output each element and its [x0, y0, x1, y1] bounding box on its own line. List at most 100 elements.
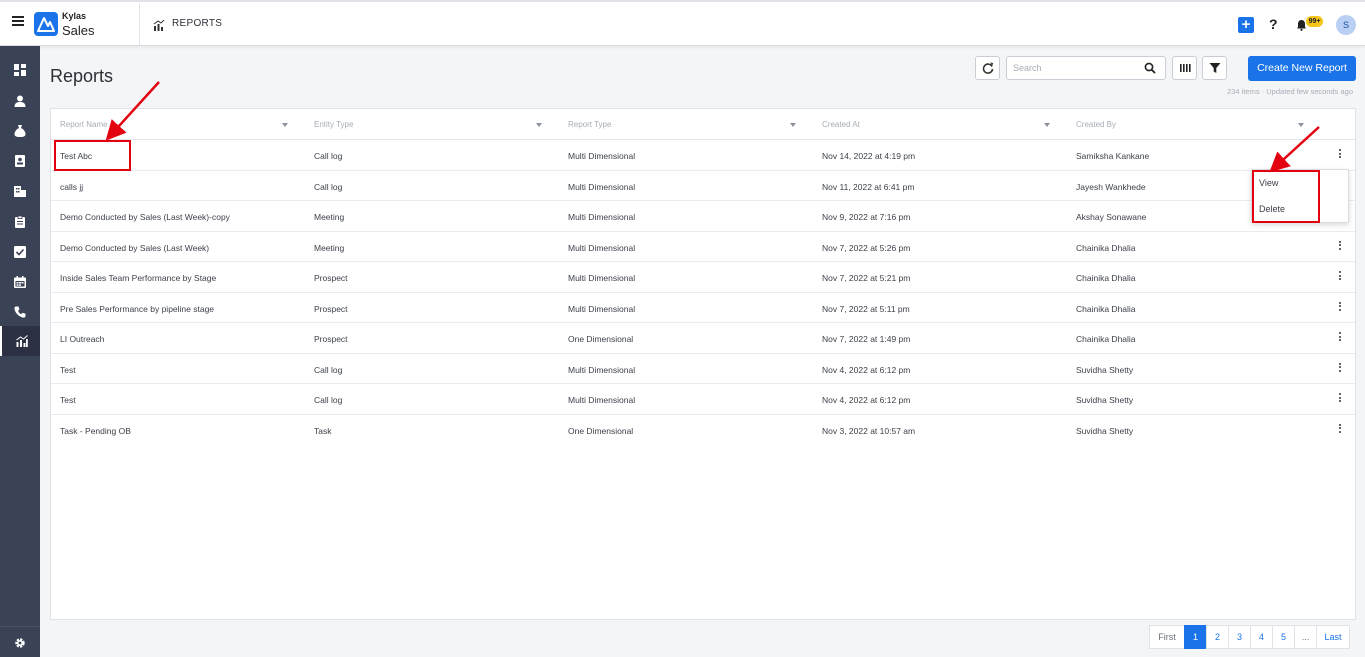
sidebar-item-calls[interactable]	[0, 297, 40, 327]
hamburger-menu-icon[interactable]	[12, 16, 24, 26]
reports-icon	[16, 335, 28, 347]
sidebar-item-calendar[interactable]	[0, 267, 40, 297]
sidebar-item-leads[interactable]	[0, 146, 40, 176]
table-row: Demo Conducted by Sales (Last Week)-copy…	[51, 201, 1355, 232]
sidebar-item-tasks[interactable]	[0, 237, 40, 267]
row-actions-icon[interactable]	[1337, 332, 1343, 345]
table-row: LI Outreach Prospect One Dimensional Nov…	[51, 323, 1355, 354]
created-by-cell: Chainika Dhalia	[1076, 242, 1136, 253]
page-3[interactable]: 3	[1228, 625, 1251, 649]
row-actions-icon[interactable]	[1337, 362, 1343, 376]
column-header-report-type[interactable]: Report Type	[568, 120, 611, 129]
report-name-link[interactable]: LI Outreach	[60, 334, 104, 344]
page-5[interactable]: 5	[1272, 625, 1295, 649]
report-name-link[interactable]: Test	[60, 395, 76, 405]
row-actions-icon[interactable]	[1337, 423, 1343, 437]
refresh-icon	[982, 62, 994, 74]
entity-type-cell: Call log	[314, 151, 343, 161]
report-name-link[interactable]: Test	[60, 365, 76, 375]
calendar-icon	[14, 276, 26, 288]
sidebar-item-clipboard[interactable]	[0, 207, 40, 237]
column-settings-button[interactable]	[1172, 56, 1197, 80]
entity-type-cell: Prospect	[314, 334, 348, 344]
row-actions-icon[interactable]	[1337, 240, 1343, 254]
report-type-cell: Multi Dimensional	[568, 242, 636, 253]
sidebar-item-dashboard[interactable]	[0, 55, 40, 85]
sidebar-item-contacts[interactable]	[0, 86, 40, 116]
columns-icon	[1180, 64, 1191, 72]
chevron-down-icon[interactable]	[790, 123, 796, 127]
table-row: Demo Conducted by Sales (Last Week) Meet…	[51, 232, 1355, 262]
sidebar-item-companies[interactable]	[0, 176, 40, 206]
deals-icon	[14, 125, 26, 137]
search-input[interactable]	[1013, 61, 1138, 75]
report-name-link[interactable]: Demo Conducted by Sales (Last Week)-copy	[60, 212, 230, 222]
report-name-link[interactable]: Pre Sales Performance by pipeline stage	[60, 304, 214, 314]
page-first[interactable]: First	[1149, 625, 1185, 649]
reports-table: Report Name Entity Type Report Type Crea…	[50, 108, 1356, 620]
page-2[interactable]: 2	[1206, 625, 1229, 649]
created-at-cell: Nov 7, 2022 at 1:49 pm	[822, 334, 911, 344]
sidebar	[0, 46, 40, 657]
chevron-down-icon[interactable]	[1044, 123, 1050, 127]
chevron-down-icon[interactable]	[536, 123, 542, 127]
sidebar-item-reports[interactable]	[0, 326, 40, 356]
entity-type-cell: Prospect	[314, 303, 348, 314]
help-icon[interactable]: ?	[1269, 16, 1278, 32]
created-at-cell: Nov 11, 2022 at 6:41 pm	[822, 181, 915, 192]
created-at-cell: Nov 4, 2022 at 6:12 pm	[822, 395, 911, 405]
row-actions-icon[interactable]	[1337, 149, 1343, 162]
created-at-cell: Nov 7, 2022 at 5:21 pm	[822, 273, 911, 283]
page-last[interactable]: Last	[1316, 625, 1350, 649]
chevron-down-icon[interactable]	[1298, 123, 1304, 127]
report-type-cell: Multi Dimensional	[568, 181, 636, 192]
report-type-cell: Multi Dimensional	[568, 303, 636, 314]
report-name-link[interactable]: Task - Pending OB	[60, 426, 131, 436]
top-bar: Kylas Sales REPORTS + ? 99+ S	[0, 0, 1365, 46]
notification-badge: 99+	[1306, 16, 1323, 27]
column-header-created-at[interactable]: Created At	[822, 120, 860, 129]
header-divider	[139, 4, 140, 46]
page-ellipsis: ...	[1294, 625, 1317, 649]
report-type-cell: Multi Dimensional	[568, 364, 636, 375]
table-row: Test Abc Call log Multi Dimensional Nov …	[51, 140, 1355, 171]
page-4[interactable]: 4	[1250, 625, 1273, 649]
entity-type-cell: Meeting	[314, 242, 345, 253]
sidebar-item-settings[interactable]	[0, 626, 40, 657]
row-actions-icon[interactable]	[1337, 271, 1343, 284]
report-name-link[interactable]: Demo Conducted by Sales (Last Week)	[60, 243, 209, 253]
search-icon[interactable]	[1144, 62, 1156, 74]
phone-icon	[14, 306, 26, 318]
filter-button[interactable]	[1202, 56, 1227, 80]
page-1[interactable]: 1	[1184, 625, 1207, 649]
table-header: Report Name Entity Type Report Type Crea…	[51, 109, 1355, 140]
quick-add-button[interactable]: +	[1238, 17, 1254, 33]
column-header-entity-type[interactable]: Entity Type	[314, 120, 353, 129]
report-name-link[interactable]: Inside Sales Team Performance by Stage	[60, 273, 216, 283]
row-actions-icon[interactable]	[1337, 301, 1343, 315]
tasks-icon	[14, 246, 26, 258]
table-row: Task - Pending OB Task One Dimensional N…	[51, 415, 1355, 446]
column-header-report-name[interactable]: Report Name	[60, 120, 108, 129]
created-by-cell: Chainika Dhalia	[1076, 334, 1136, 344]
refresh-button[interactable]	[975, 56, 1000, 80]
report-type-cell: One Dimensional	[568, 334, 634, 344]
created-at-cell: Nov 7, 2022 at 5:26 pm	[822, 242, 911, 253]
annotation-highlight-report-name	[54, 140, 131, 171]
chevron-down-icon[interactable]	[282, 123, 288, 127]
report-type-cell: One Dimensional	[568, 425, 634, 436]
kylas-logo-icon[interactable]	[34, 12, 58, 36]
create-new-report-button[interactable]: Create New Report	[1248, 56, 1356, 81]
leads-icon	[15, 155, 25, 167]
filter-icon	[1209, 63, 1221, 73]
report-type-cell: Multi Dimensional	[568, 273, 636, 283]
avatar[interactable]: S	[1336, 15, 1356, 35]
product-name: Sales	[62, 23, 95, 38]
created-by-cell: Suvidha Shetty	[1076, 364, 1134, 375]
created-by-cell: Chainika Dhalia	[1076, 273, 1136, 283]
sidebar-item-deals[interactable]	[0, 116, 40, 146]
row-actions-icon[interactable]	[1337, 393, 1343, 406]
column-header-created-by[interactable]: Created By	[1076, 120, 1116, 129]
report-name-link[interactable]: calls jj	[60, 182, 83, 192]
entity-type-cell: Meeting	[314, 212, 345, 222]
